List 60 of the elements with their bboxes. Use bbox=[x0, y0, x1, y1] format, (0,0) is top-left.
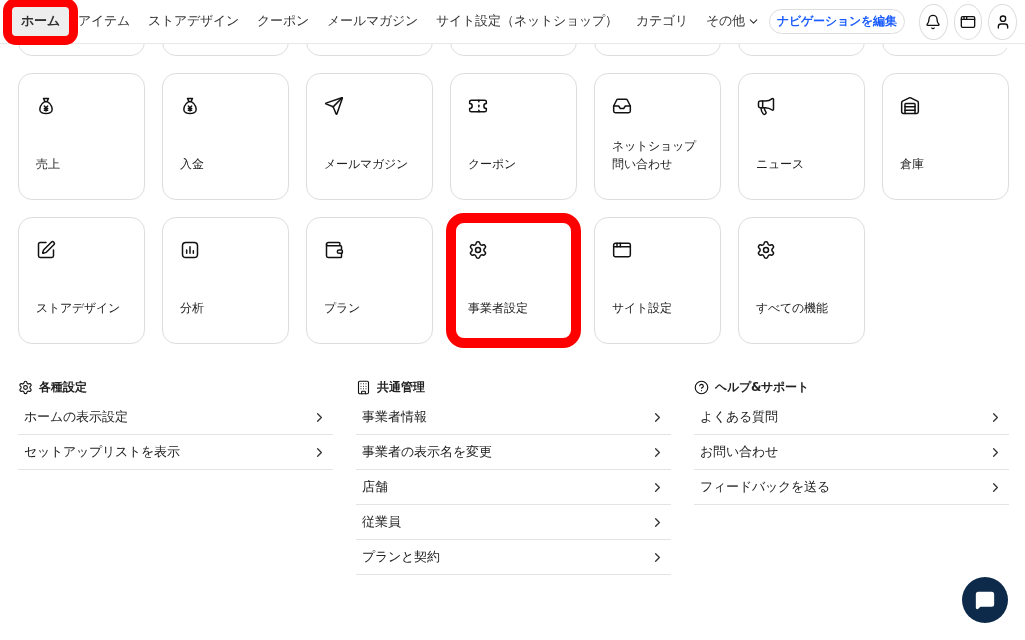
feature-card[interactable]: 分析 bbox=[162, 217, 289, 344]
wallet-icon bbox=[324, 240, 344, 260]
ticket-icon bbox=[468, 96, 488, 116]
settings-icon bbox=[468, 240, 488, 260]
warehouse-icon bbox=[900, 96, 920, 116]
nav-tab[interactable]: ストアデザイン bbox=[139, 7, 248, 36]
nav-tab[interactable]: カテゴリ bbox=[627, 7, 697, 36]
card-label: 事業者設定 bbox=[468, 300, 528, 317]
card-label: 問い合わせ bbox=[612, 156, 673, 173]
settings-icon bbox=[18, 379, 33, 395]
card-label: すべての機能 bbox=[756, 300, 828, 317]
more-menu[interactable]: その他 bbox=[697, 7, 769, 36]
chart-icon bbox=[180, 240, 200, 260]
card-label: 売上 bbox=[36, 156, 60, 173]
card-label: 分析 bbox=[180, 300, 204, 317]
feature-card[interactable]: 入金 bbox=[162, 73, 289, 200]
feature-card[interactable]: ストアデザイン bbox=[18, 217, 145, 344]
settings-icon bbox=[756, 240, 776, 260]
feature-card[interactable]: ニュース bbox=[738, 73, 865, 200]
feature-card[interactable]: 売上 bbox=[18, 73, 145, 200]
card-label: ストアデザイン bbox=[36, 300, 120, 317]
nav-tab[interactable]: クーポン bbox=[248, 7, 318, 36]
card-label: サイト設定 bbox=[612, 300, 672, 317]
card-label: クーポン bbox=[468, 156, 516, 173]
card-caption: ネットショップ bbox=[612, 139, 696, 154]
money-bag-icon bbox=[180, 96, 200, 116]
section-title: ヘルプ&サポート bbox=[715, 378, 810, 396]
building-icon bbox=[356, 379, 371, 395]
money-bag-icon bbox=[36, 96, 56, 116]
card-label: メールマガジン bbox=[324, 156, 408, 173]
paper-plane-icon bbox=[324, 96, 344, 116]
section-title: 共通管理 bbox=[377, 378, 425, 396]
feature-card[interactable]: 倉庫 bbox=[882, 73, 1009, 200]
nav-tab[interactable]: アイテム bbox=[69, 7, 139, 36]
edit-navigation-button[interactable]: ナビゲーションを編集 bbox=[769, 9, 905, 34]
browser-window-icon bbox=[960, 13, 976, 30]
feature-card[interactable]: メールマガジン bbox=[306, 73, 433, 200]
pen-square-icon bbox=[36, 240, 56, 260]
feature-card[interactable]: プラン bbox=[306, 217, 433, 344]
nav-tab[interactable]: サイト設定（ネットショップ） bbox=[427, 7, 627, 36]
section-title: 各種設定 bbox=[39, 378, 87, 396]
feature-card[interactable]: すべての機能 bbox=[738, 217, 865, 344]
notifications-button[interactable] bbox=[919, 3, 948, 40]
feature-card[interactable]: サイト設定 bbox=[594, 217, 721, 344]
bell-icon bbox=[925, 13, 942, 30]
nav-tab[interactable]: メールマガジン bbox=[318, 7, 427, 36]
browser-window-icon bbox=[612, 240, 632, 260]
card-label: ニュース bbox=[756, 156, 804, 173]
card-label: プラン bbox=[324, 300, 360, 317]
card-label: 倉庫 bbox=[900, 156, 924, 173]
help-icon bbox=[694, 379, 709, 395]
card-label: 入金 bbox=[180, 156, 204, 173]
chat-button[interactable] bbox=[962, 577, 1008, 623]
feature-card[interactable]: クーポン bbox=[450, 73, 577, 200]
megaphone-icon bbox=[756, 96, 776, 116]
browser-window-button[interactable] bbox=[953, 3, 983, 40]
feature-card[interactable]: ネットショップ 問い合わせ bbox=[594, 73, 721, 200]
account-button[interactable] bbox=[988, 3, 1017, 40]
chat-bubble-icon bbox=[975, 590, 995, 610]
inbox-icon bbox=[612, 96, 632, 116]
